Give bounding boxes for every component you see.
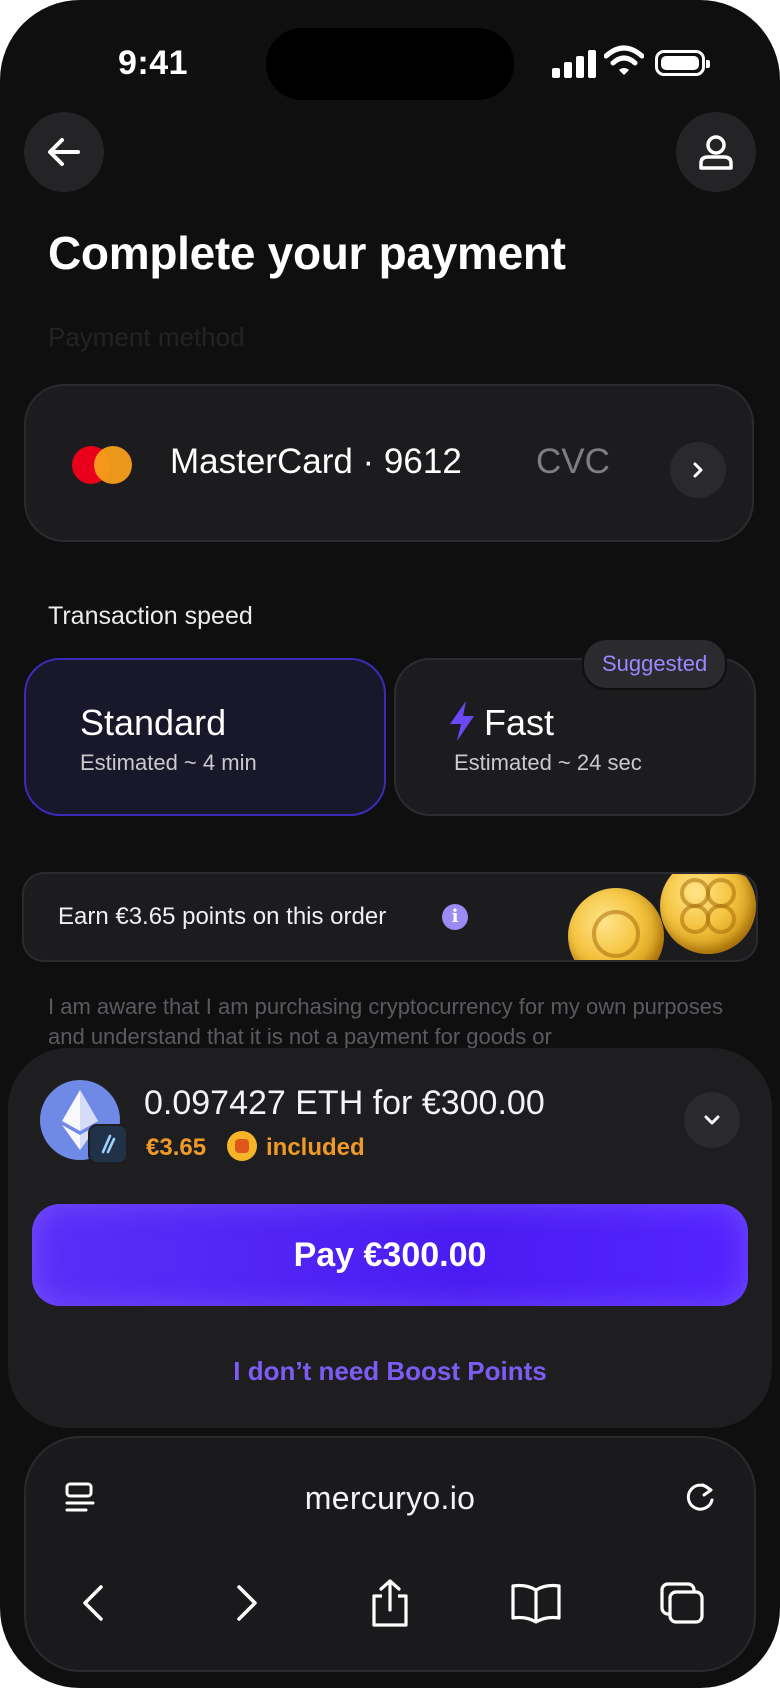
dynamic-island <box>266 28 514 100</box>
cvc-input[interactable]: CVC <box>536 442 610 482</box>
tabs-icon[interactable] <box>656 1578 708 1628</box>
status-time: 9:41 <box>118 44 189 82</box>
disclaimer-text: I am aware that I am purchasing cryptocu… <box>48 994 723 1049</box>
info-icon[interactable]: i <box>442 904 468 930</box>
card-name: MasterCard · 9612 <box>170 442 462 481</box>
fee-included-label: included <box>266 1134 365 1161</box>
browser-toolbar <box>24 1436 756 1672</box>
arbitrum-network-icon <box>88 1124 128 1164</box>
phone-screen: 9:41 Complete your payment Payment metho… <box>0 0 780 1688</box>
signal-icon <box>552 48 596 78</box>
wifi-icon <box>604 45 644 75</box>
url-field[interactable]: mercuryo.io <box>0 1480 780 1517</box>
lightning-icon <box>450 701 474 741</box>
status-bar: 9:41 <box>0 0 780 120</box>
battery-icon <box>655 50 710 76</box>
page-title: Complete your payment <box>48 227 566 279</box>
bookmarks-icon[interactable] <box>508 1580 564 1626</box>
transaction-speed-label: Transaction speed <box>48 602 253 630</box>
card-chevron-button[interactable] <box>670 442 726 498</box>
no-boost-points-link[interactable]: I don’t need Boost Points <box>0 1356 780 1387</box>
payment-method-card[interactable]: MasterCard · 9612 CVC <box>24 384 754 542</box>
suggested-badge: Suggested <box>582 638 728 690</box>
browser-back-icon[interactable] <box>70 1578 120 1628</box>
share-icon[interactable] <box>364 1576 416 1630</box>
speed-option-name: Fast <box>484 702 555 743</box>
section-label-payment-method: Payment method <box>48 322 245 352</box>
speed-option-standard[interactable]: Standard Estimated ~ 4 min <box>24 658 386 816</box>
chevron-down-icon <box>704 1115 720 1125</box>
mastercard-logo-icon <box>72 446 132 484</box>
arrow-left-icon <box>48 138 80 166</box>
boost-points-icon <box>227 1131 257 1161</box>
points-text: Earn €3.65 points on this order <box>58 903 387 930</box>
coin-icon <box>568 888 664 960</box>
fee-amount: €3.65 <box>146 1134 207 1161</box>
speed-option-estimate: Estimated ~ 24 sec <box>454 750 642 775</box>
coin-icon <box>660 874 756 954</box>
order-amount: 0.097427 ETH for €300.00 <box>144 1084 545 1122</box>
profile-button[interactable] <box>676 112 756 192</box>
reload-icon[interactable] <box>678 1476 722 1520</box>
speed-option-estimate: Estimated ~ 4 min <box>80 750 257 775</box>
expand-order-button[interactable] <box>684 1092 740 1148</box>
user-icon <box>699 135 733 170</box>
points-banner: Earn €3.65 points on this order i <box>22 872 758 962</box>
pay-button[interactable]: Pay €300.00 <box>32 1204 748 1306</box>
back-button[interactable] <box>24 112 104 192</box>
chevron-right-icon <box>693 462 703 478</box>
speed-option-name: Standard <box>80 702 227 743</box>
browser-forward-icon[interactable] <box>220 1578 270 1628</box>
